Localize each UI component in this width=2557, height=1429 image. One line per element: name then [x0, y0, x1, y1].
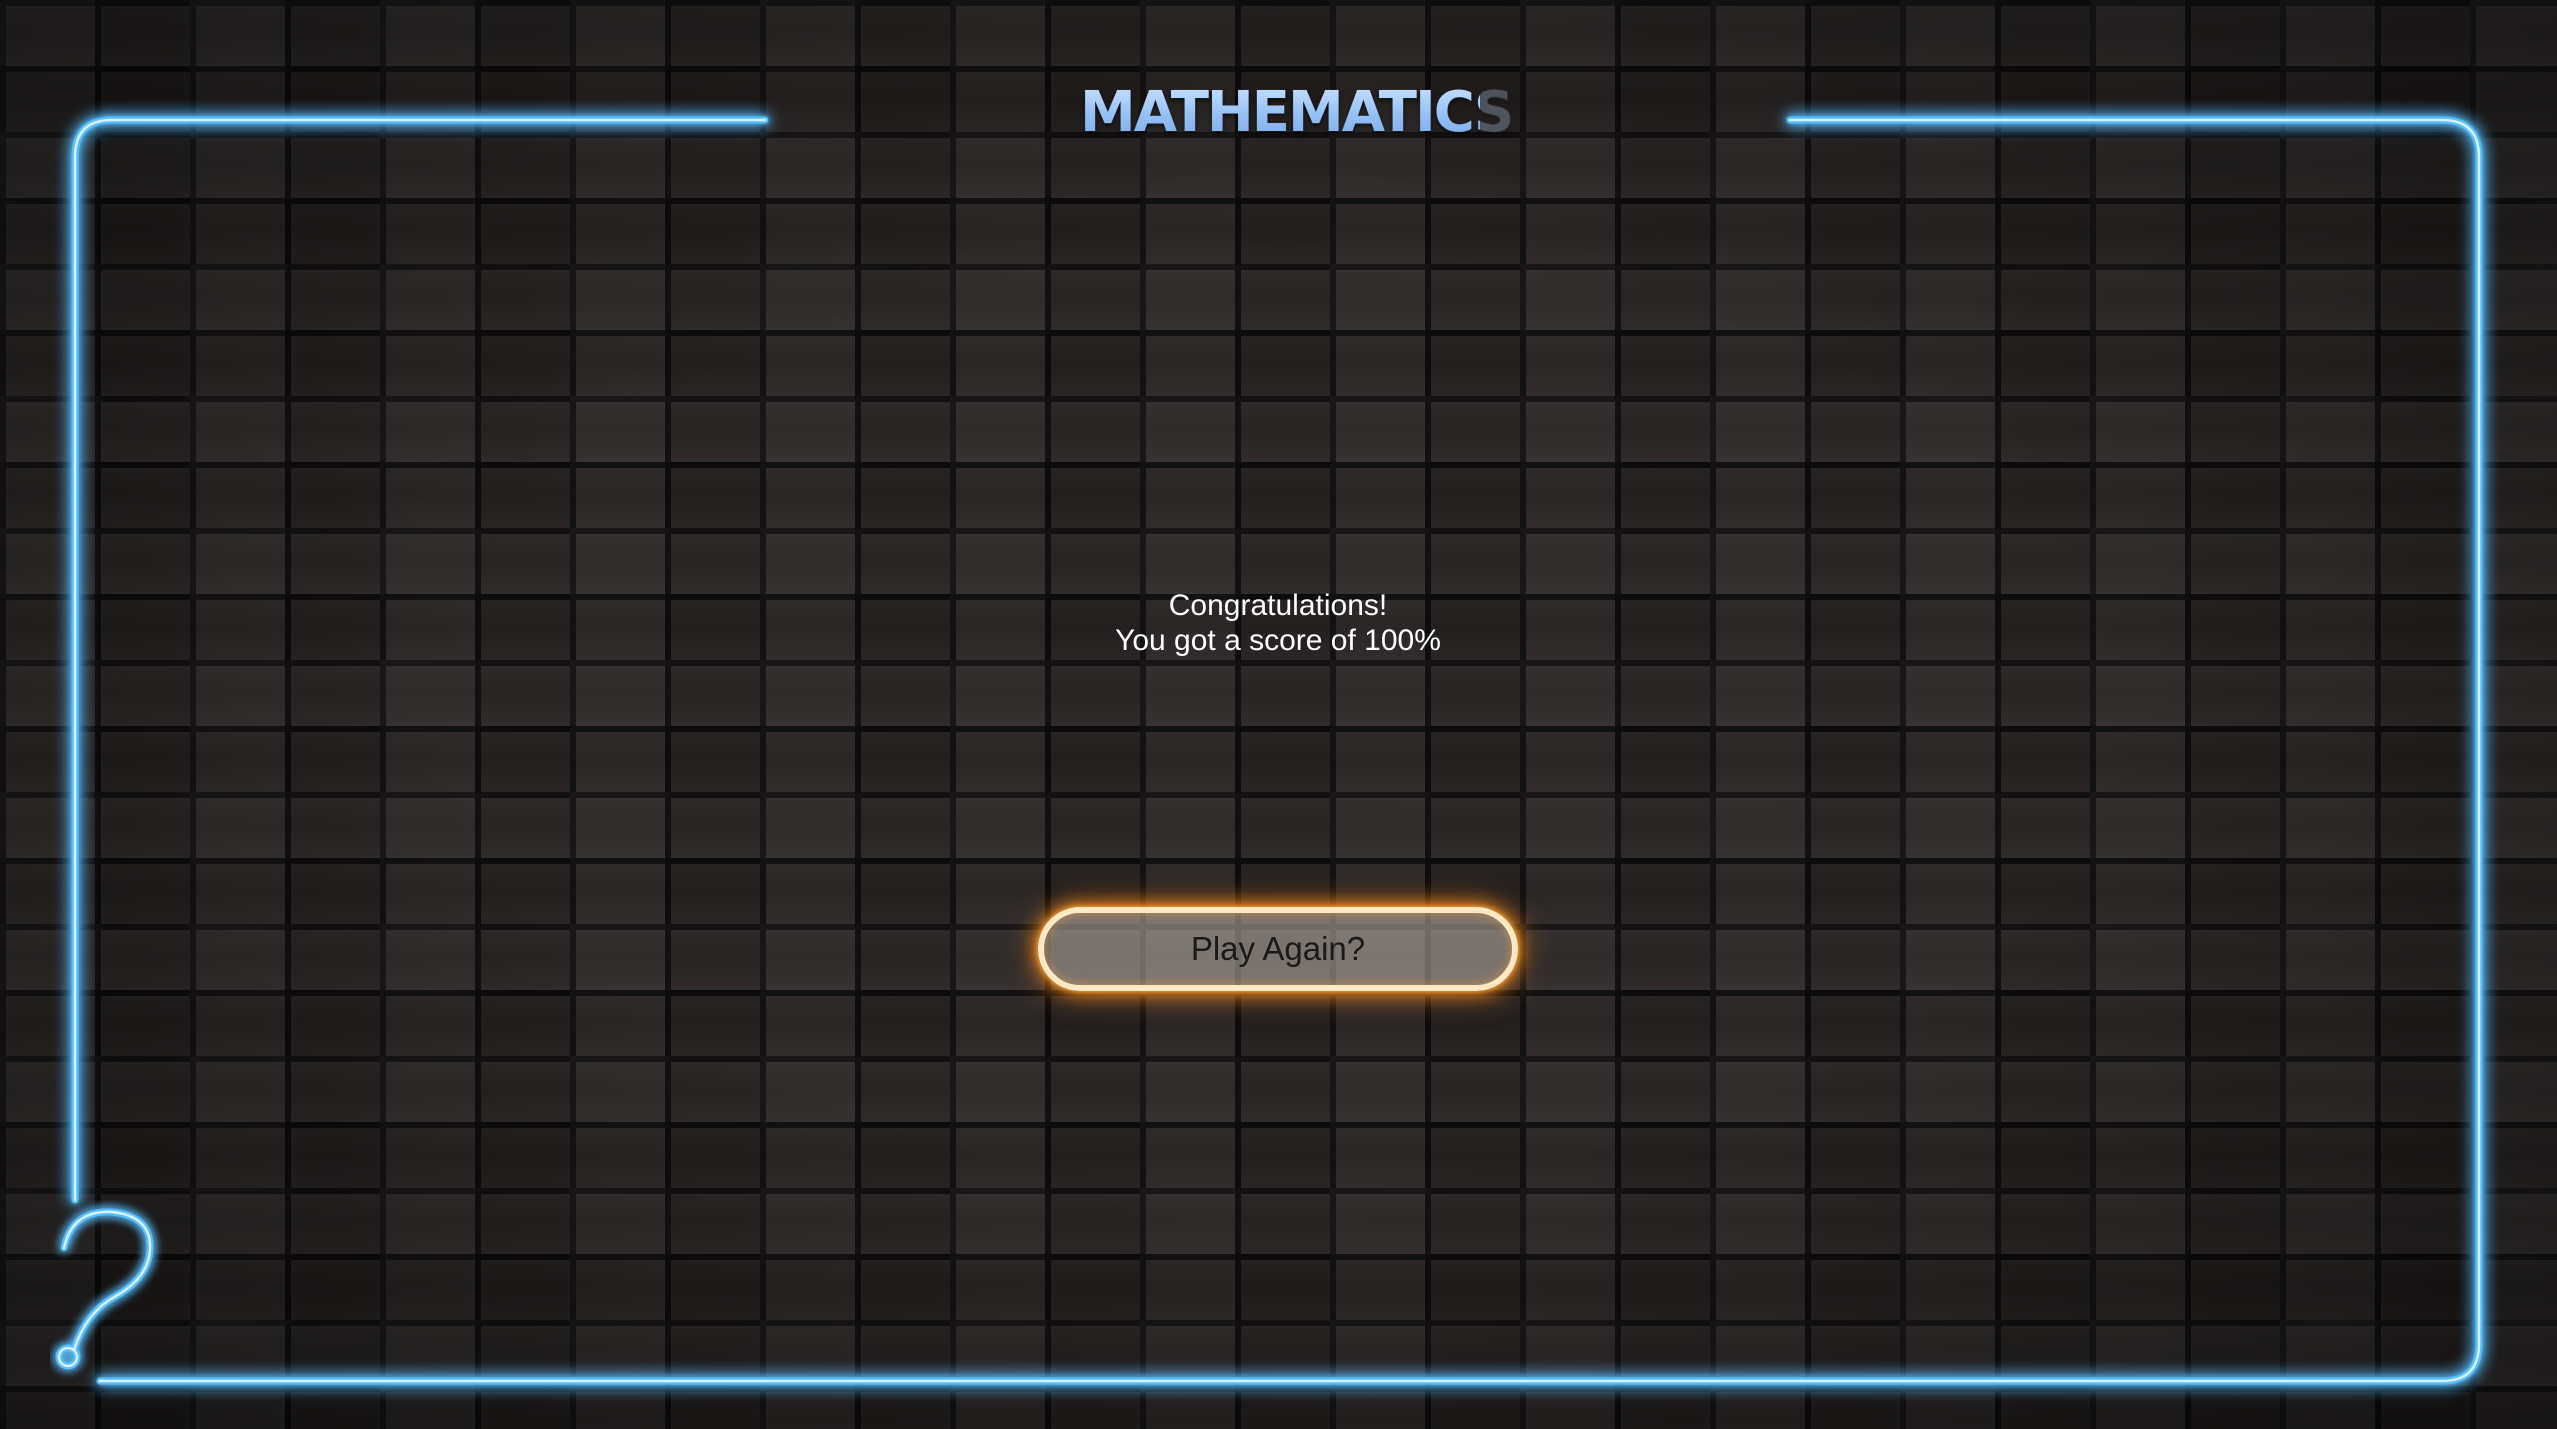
- score-text: You got a score of 100%: [1115, 624, 1441, 657]
- congratulations-text: Congratulations!: [1168, 589, 1388, 622]
- result-message: Congratulations! You got a score of 100%: [978, 588, 1578, 658]
- neon-frame: [71, 116, 2483, 1385]
- question-mark-neon-icon: [55, 1208, 154, 1370]
- game-screen: MATHEMATICS Congratulations! You got a s…: [0, 0, 2557, 1429]
- play-again-button[interactable]: Play Again?: [1038, 907, 1518, 991]
- game-title: MATHEMATICS: [1080, 80, 1514, 145]
- brick-wall-background: [0, 0, 2557, 1429]
